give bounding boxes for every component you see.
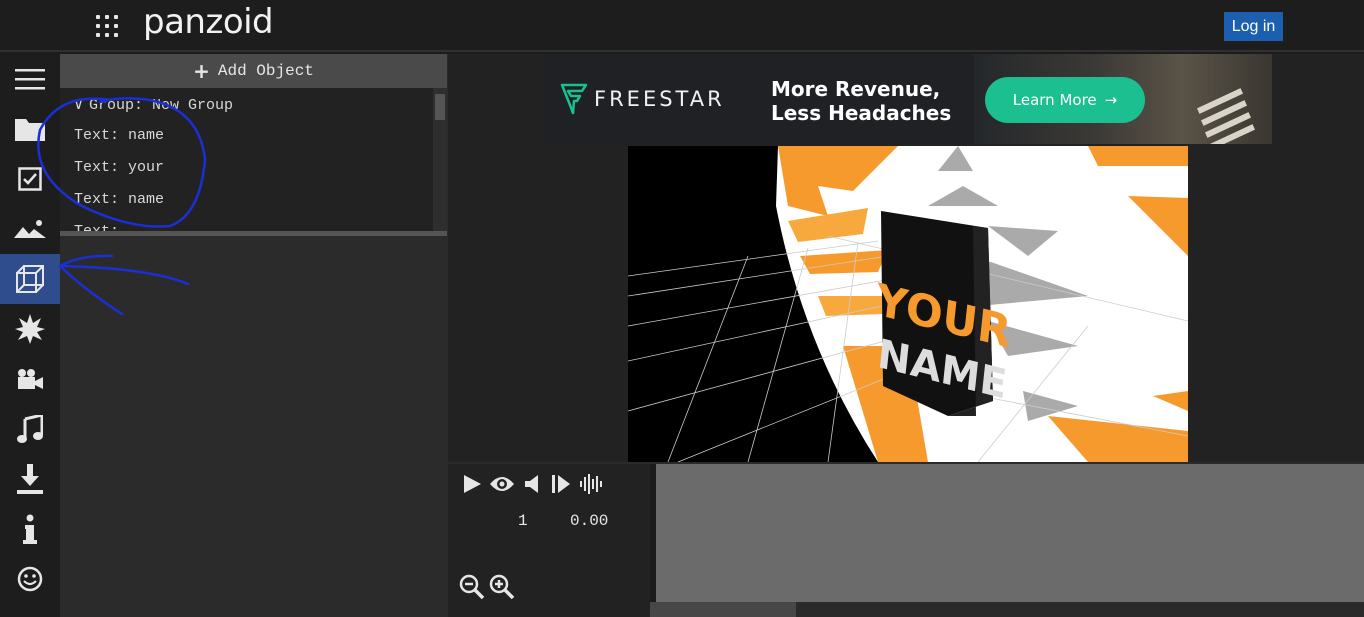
objects-panel: + Add Object ∨ Group: New Group Text: nam…	[60, 54, 448, 617]
audio-button[interactable]	[0, 404, 60, 454]
frame-counter: 1	[518, 512, 528, 530]
brand-logo[interactable]: panzoid	[143, 2, 274, 42]
burst-icon	[15, 314, 45, 344]
folder-icon	[15, 119, 45, 141]
object-list[interactable]: ∨ Group: New Group Text: name Text: your …	[60, 88, 447, 231]
add-object-label: Add Object	[217, 62, 314, 80]
camera-button[interactable]	[0, 354, 60, 404]
zoom-out-icon[interactable]	[459, 574, 485, 600]
ad-headline: More Revenue, Less Headaches	[771, 77, 951, 125]
render-button[interactable]	[0, 454, 60, 504]
list-item[interactable]: Text: name	[74, 191, 164, 208]
volume-icon[interactable]	[524, 474, 540, 494]
music-icon	[17, 415, 43, 443]
cube-icon	[16, 265, 44, 293]
project-button[interactable]	[0, 104, 60, 154]
zoom-in-icon[interactable]	[489, 574, 515, 600]
group-label: Group: New Group	[89, 97, 234, 114]
eye-icon[interactable]	[489, 474, 515, 494]
ad-brand: FREESTAR	[594, 87, 725, 111]
plus-icon: +	[193, 59, 210, 83]
top-bar: panzoid Log in	[0, 0, 1364, 52]
ad-headline-line-1: More Revenue,	[771, 77, 941, 101]
ad-learn-more-button[interactable]: Learn More →	[985, 77, 1145, 123]
image-icon	[14, 220, 46, 238]
settings-button[interactable]	[0, 154, 60, 204]
editor-area: FREESTAR More Revenue, Less Headaches Le…	[448, 54, 1364, 617]
group-row[interactable]: ∨ Group: New Group	[74, 95, 233, 114]
preview-scene: YOUR NAME	[628, 146, 1188, 462]
menu-button[interactable]	[0, 54, 60, 104]
chevron-down-icon[interactable]: ∨	[74, 95, 83, 114]
list-item[interactable]: Text: ...	[74, 223, 155, 231]
panel-resize-handle[interactable]	[60, 231, 447, 236]
feedback-button[interactable]	[0, 554, 60, 604]
add-object-button[interactable]: + Add Object	[60, 54, 447, 88]
freestar-logo-icon	[560, 83, 588, 115]
info-icon	[23, 514, 37, 544]
download-icon	[17, 464, 43, 494]
info-button[interactable]	[0, 504, 60, 554]
arrow-right-icon: →	[1104, 91, 1118, 109]
step-forward-icon[interactable]	[551, 474, 571, 494]
effects-button[interactable]	[0, 304, 60, 354]
apps-grid-icon[interactable]	[96, 15, 118, 37]
menu-icon	[15, 69, 45, 90]
preview-viewport[interactable]: YOUR NAME	[628, 146, 1188, 462]
ad-cta-label: Learn More	[1012, 91, 1097, 109]
play-icon[interactable]	[462, 474, 482, 494]
list-item[interactable]: Text: name	[74, 127, 164, 144]
login-button[interactable]: Log in	[1224, 12, 1283, 41]
waveform-icon[interactable]	[579, 472, 605, 496]
ad-headline-line-2: Less Headaches	[771, 101, 952, 125]
timeline[interactable]	[656, 464, 1364, 602]
objects-button[interactable]	[0, 254, 60, 304]
tool-rail	[0, 54, 60, 617]
background-button[interactable]	[0, 204, 60, 254]
camera-icon	[18, 369, 43, 389]
transport-controls: 1 0.00	[448, 464, 656, 617]
smiley-icon	[17, 566, 43, 592]
timeline-scrollbar-thumb[interactable]	[650, 602, 796, 617]
list-scrollbar-thumb[interactable]	[435, 94, 445, 120]
list-item[interactable]: Text: your	[74, 159, 164, 176]
checkbox-icon	[18, 167, 42, 191]
advertisement-banner[interactable]: FREESTAR More Revenue, Less Headaches Le…	[544, 54, 1272, 144]
time-seconds: 0.00	[570, 512, 609, 530]
